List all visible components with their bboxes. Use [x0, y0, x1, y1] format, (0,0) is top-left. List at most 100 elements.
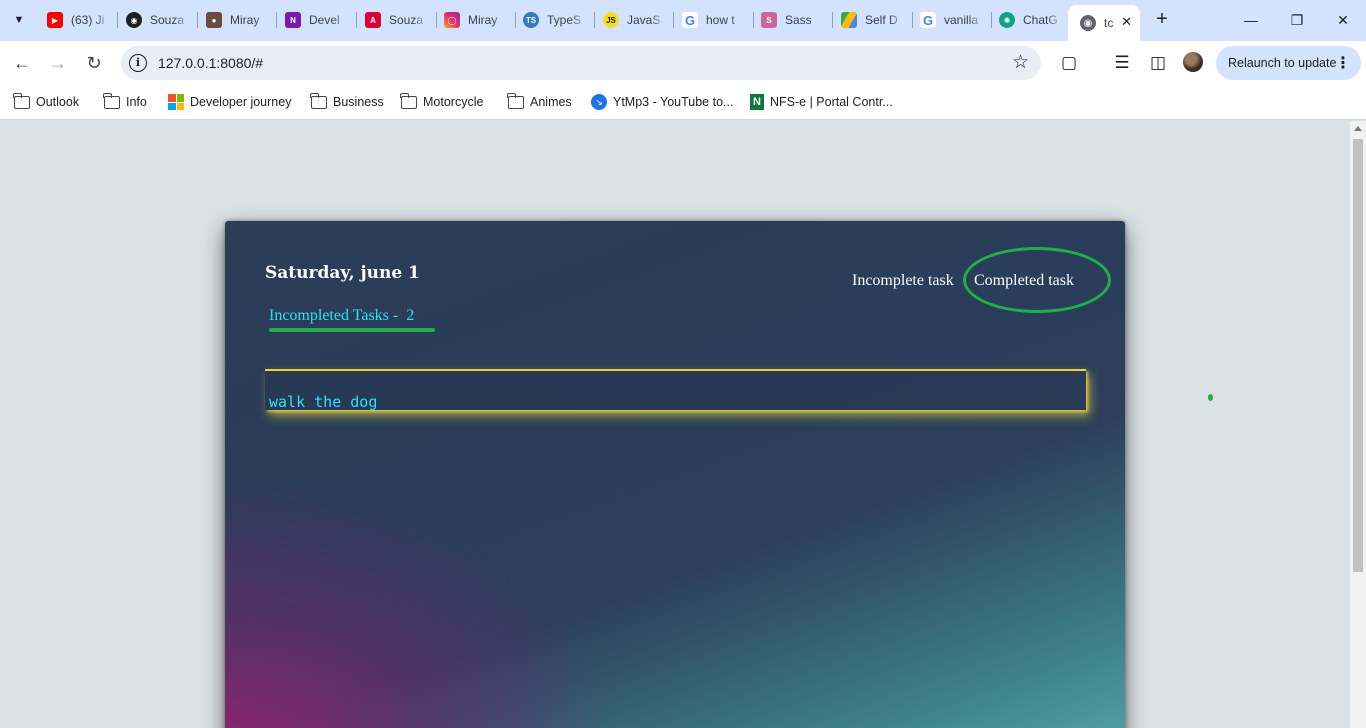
tab-title: Self D — [865, 13, 898, 27]
bookmark-developer-journey[interactable]: Developer journey — [168, 92, 291, 112]
browser-tab[interactable]: G vanilla — [914, 8, 990, 32]
tab-title: Miray — [468, 13, 498, 27]
browser-tab[interactable]: JS JavaS — [597, 8, 673, 32]
address-bar[interactable]: i 127.0.0.1:8080/# ☆ — [121, 46, 1041, 80]
tab-title: Souza — [389, 13, 424, 27]
bookmark-outlook[interactable]: Outlook — [13, 92, 79, 112]
incomplete-task-tab[interactable]: Incomplete task — [852, 272, 954, 290]
tab-title: ChatG — [1023, 13, 1058, 27]
side-panel-icon[interactable]: ◫ — [1146, 51, 1170, 75]
bookmarks-bar: Outlook Info Developer journey Business … — [0, 85, 1366, 120]
extensions-icon[interactable]: ▢ — [1057, 51, 1081, 75]
browser-tab[interactable]: ● Miray — [200, 8, 276, 32]
chevron-down-icon: ▼ — [13, 14, 25, 26]
typescript-icon: TS — [523, 12, 539, 28]
bookmark-animes[interactable]: Animes — [507, 92, 572, 112]
bookmark-info[interactable]: Info — [103, 92, 147, 112]
tab-title: vanilla — [944, 13, 979, 27]
bookmark-motorcycle[interactable]: Motorcycle — [400, 92, 483, 112]
angular-icon: A — [365, 12, 381, 28]
browser-tab[interactable]: Self D — [835, 8, 911, 32]
page-scrollbar[interactable] — [1350, 121, 1366, 728]
minimize-icon[interactable]: — — [1228, 0, 1274, 40]
browser-tab[interactable]: S Sass — [755, 8, 831, 32]
arrow-right-icon: → — [49, 52, 67, 73]
counter-label: Incompleted Tasks - — [269, 307, 399, 324]
current-date: Saturday, june 1 — [265, 263, 420, 283]
browser-tab[interactable]: TS TypeS — [517, 8, 593, 32]
restore-icon[interactable]: ❐ — [1274, 0, 1320, 40]
google-icon: G — [920, 12, 936, 28]
browser-tab[interactable]: A Souza — [359, 8, 435, 32]
nfse-icon: N — [750, 94, 764, 110]
scroll-up-arrow-icon[interactable] — [1354, 126, 1362, 131]
url-text[interactable]: 127.0.0.1:8080/# — [158, 55, 263, 71]
scrollbar-thumb[interactable] — [1353, 139, 1363, 572]
media-control-icon[interactable]: ☰ — [1110, 51, 1134, 75]
back-button[interactable]: ← — [8, 49, 36, 77]
browser-tab[interactable]: G how t — [676, 8, 752, 32]
browser-tab[interactable]: ◯ Miray — [438, 8, 514, 32]
window-close-icon[interactable]: ✕ — [1320, 0, 1366, 40]
new-tab-button[interactable]: + — [1150, 8, 1174, 32]
bookmark-star-icon[interactable]: ☆ — [1012, 51, 1029, 74]
javascript-icon: JS — [603, 12, 619, 28]
profile-avatar[interactable] — [1183, 52, 1203, 72]
youtube-icon: ▶ — [47, 12, 63, 28]
browser-tab[interactable]: ▶ (63) Ji — [41, 8, 115, 32]
close-tab-icon[interactable]: ✕ — [1121, 14, 1132, 30]
bookmark-business[interactable]: Business — [310, 92, 384, 112]
active-browser-tab[interactable]: ◉ tc ✕ — [1068, 5, 1140, 41]
forward-button[interactable]: → — [44, 49, 72, 77]
relaunch-to-update-button[interactable]: Relaunch to update ⋮ — [1216, 46, 1361, 80]
bookmark-ytmp3[interactable]: ↘ YtMp3 - YouTube to... — [591, 92, 733, 112]
bookmark-nfse[interactable]: N NFS-e | Portal Contr... — [750, 92, 893, 112]
incomplete-counter: Incompleted Tasks - 2 — [269, 307, 414, 325]
google-icon: G — [682, 12, 698, 28]
completed-tab-highlight-ring — [963, 247, 1111, 313]
site-info-icon[interactable]: i — [129, 54, 147, 72]
chatgpt-icon: ✺ — [999, 12, 1015, 28]
relaunch-label: Relaunch to update — [1228, 56, 1337, 70]
sass-icon: S — [761, 12, 777, 28]
tab-title: TypeS — [547, 13, 582, 27]
tab-title: Souza — [150, 13, 185, 27]
tab-title: tc — [1104, 16, 1114, 30]
tab-search-button[interactable]: ▼ — [7, 8, 31, 32]
ytmp3-icon: ↘ — [591, 94, 607, 110]
browser-toolbar: ← → ↻ i 127.0.0.1:8080/# ☆ ▢ ☰ ◫ Relaunc… — [0, 41, 1366, 85]
counter-underline — [269, 328, 435, 332]
tab-title: Sass — [785, 13, 812, 27]
task-item[interactable]: walk the dog — [265, 369, 1086, 411]
counter-value: 2 — [406, 307, 415, 324]
tab-strip: ▼ ▶ (63) Ji ◉ Souza ● Miray N Devel A So… — [0, 0, 1366, 41]
page-viewport: Saturday, june 1 Incomplete task Complet… — [0, 121, 1350, 728]
arrow-left-icon: ← — [13, 52, 31, 73]
microsoft-icon — [168, 94, 184, 110]
browser-tab[interactable]: ◉ Souza — [120, 8, 196, 32]
task-text: walk the dog — [269, 393, 378, 411]
person-icon: ● — [206, 12, 222, 28]
folder-icon — [13, 92, 30, 109]
tab-title: Devel — [309, 13, 340, 27]
browser-tab[interactable]: N Devel — [279, 8, 355, 32]
tab-title: (63) Ji — [71, 13, 105, 27]
google-drive-icon — [841, 12, 857, 28]
more-menu-icon[interactable]: ⋮ — [1335, 53, 1351, 73]
globe-icon: ◉ — [1080, 15, 1096, 31]
github-icon: ◉ — [126, 12, 142, 28]
browser-tab[interactable]: ✺ ChatG — [993, 8, 1065, 32]
folder-icon — [400, 92, 417, 109]
onenote-icon: N — [285, 12, 301, 28]
instagram-icon: ◯ — [444, 12, 460, 28]
tab-title: JavaS — [627, 13, 661, 27]
todo-card: Saturday, june 1 Incomplete task Complet… — [225, 221, 1125, 728]
reload-button[interactable]: ↻ — [80, 49, 108, 77]
tab-title: Miray — [230, 13, 260, 27]
reload-icon: ↻ — [86, 52, 102, 73]
stray-green-dot — [1208, 394, 1213, 401]
folder-icon — [310, 92, 327, 109]
tab-title: how t — [706, 13, 735, 27]
folder-icon — [103, 92, 120, 109]
folder-icon — [507, 92, 524, 109]
